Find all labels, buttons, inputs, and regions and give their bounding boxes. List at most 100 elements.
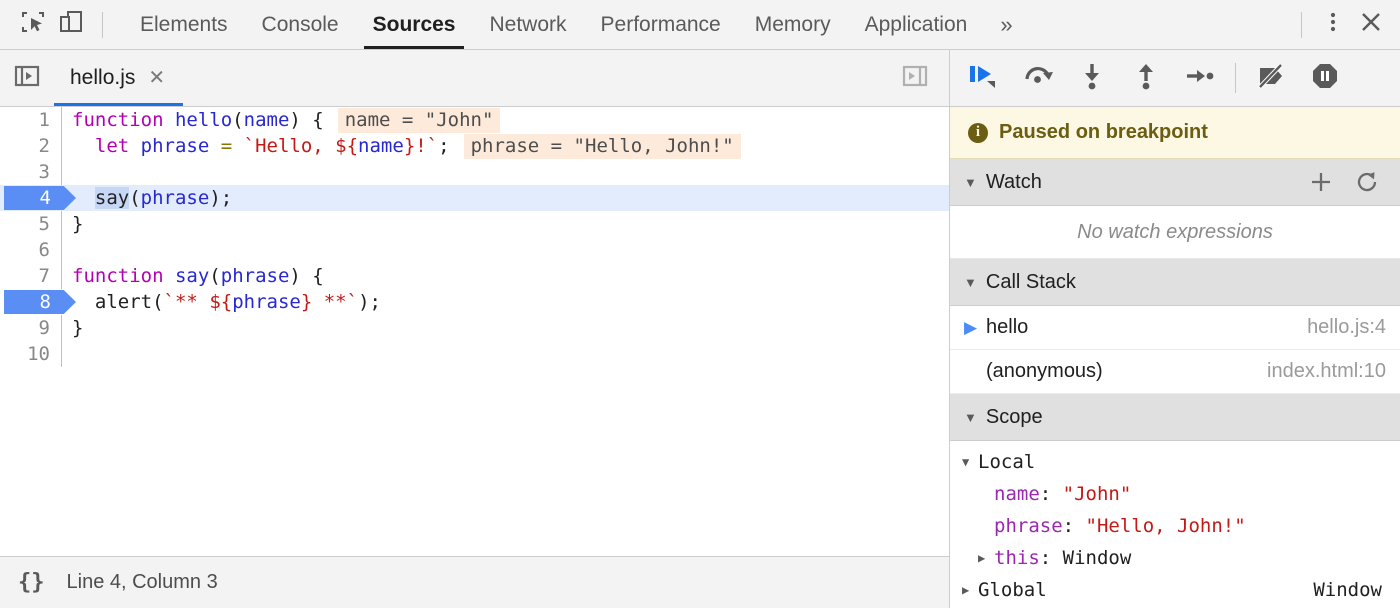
code-line[interactable]: 2 let phrase = `Hello, ${name}!`;phrase … [0, 133, 949, 159]
token-space [164, 265, 175, 287]
code-line-content: let phrase = `Hello, ${name}!`;phrase = … [62, 133, 741, 159]
token-paren-semi: ); [209, 187, 232, 209]
watch-section-header[interactable]: ▼ Watch [950, 159, 1400, 206]
token-indent [72, 135, 95, 157]
line-number[interactable]: 7 [0, 263, 62, 289]
paused-status-label: Paused on breakpoint [999, 121, 1208, 144]
customize-devtools-button[interactable] [1314, 6, 1352, 44]
code-line-executing[interactable]: 4 say(phrase); [0, 185, 949, 211]
add-watch-expression-button[interactable] [1308, 169, 1334, 195]
scope-section-header[interactable]: ▼ Scope [950, 394, 1400, 441]
step-out-of-current-function-button[interactable] [1120, 56, 1172, 100]
editor-tab-label: hello.js [70, 66, 135, 90]
token-function-call: alert [95, 291, 152, 313]
show-navigator-button[interactable] [0, 50, 54, 106]
scope-property-separator: : [1040, 483, 1063, 505]
step-out-icon [1131, 61, 1161, 96]
line-number[interactable]: 4 [0, 185, 62, 211]
code-line[interactable]: 3 [0, 159, 949, 185]
scope-global-group[interactable]: ▶GlobalWindow [950, 574, 1400, 606]
code-line[interactable]: 6 [0, 237, 949, 263]
scope-property-separator: : [1040, 547, 1063, 569]
token-keyword: function [72, 109, 164, 131]
line-number[interactable]: 1 [0, 107, 62, 133]
chevron-right-icon[interactable]: ▶ [962, 583, 978, 597]
code-line[interactable]: 10 [0, 341, 949, 367]
show-navigator-icon [13, 62, 41, 95]
token-template-string: `** [164, 291, 210, 313]
scope-property-row[interactable]: name: "John" [950, 478, 1400, 510]
code-editor[interactable]: 1 function hello(name) {name = "John" 2 … [0, 107, 949, 556]
code-line[interactable]: 5 } [0, 211, 949, 237]
tab-network[interactable]: Network [472, 0, 583, 49]
line-number[interactable]: 5 [0, 211, 62, 237]
resume-script-execution-button[interactable] [958, 56, 1010, 100]
kebab-menu-icon [1321, 10, 1345, 39]
show-debugger-sidebar-button[interactable] [881, 50, 949, 106]
step-into-next-function-call-button[interactable] [1066, 56, 1118, 100]
inspect-element-button[interactable] [14, 6, 52, 44]
tab-console[interactable]: Console [245, 0, 356, 49]
more-panels-button[interactable]: » [984, 12, 1028, 38]
scope-property-name: name [994, 483, 1040, 505]
pretty-print-button[interactable]: {} [18, 570, 45, 595]
step-button[interactable] [1174, 56, 1226, 100]
code-line[interactable]: 1 function hello(name) {name = "John" [0, 107, 949, 133]
line-number[interactable]: 9 [0, 315, 62, 341]
tab-memory[interactable]: Memory [738, 0, 848, 49]
line-number[interactable]: 8 [0, 289, 62, 315]
call-stack-frame[interactable]: (anonymous) index.html:10 [950, 350, 1400, 394]
scope-local-group[interactable]: ▼Local [950, 446, 1400, 478]
call-stack-frame-name: (anonymous) [986, 360, 1103, 383]
scope-property-row-this[interactable]: ▶this: Window [950, 542, 1400, 574]
call-stack-section-title: Call Stack [986, 271, 1076, 294]
scope-property-value: "Hello, John!" [1086, 515, 1246, 537]
deactivate-breakpoints-button[interactable] [1245, 56, 1297, 100]
line-number[interactable]: 6 [0, 237, 62, 263]
chevron-right-icon[interactable]: ▶ [978, 551, 994, 565]
debugger-toolbar-divider [1235, 63, 1236, 93]
close-icon[interactable]: ✕ [148, 68, 165, 88]
code-line[interactable]: 8 alert(`** ${phrase} **`); [0, 289, 949, 315]
device-toolbar-icon [58, 9, 84, 40]
code-line-content [62, 159, 72, 185]
token-template-close: } [301, 291, 312, 313]
line-number[interactable]: 3 [0, 159, 62, 185]
code-line[interactable]: 7 function say(phrase) { [0, 263, 949, 289]
code-line-content [62, 237, 72, 263]
token-template-string: `Hello, [244, 135, 336, 157]
token-template-close: } [404, 135, 415, 157]
inspect-cursor-icon [20, 9, 46, 40]
toggle-device-toolbar-button[interactable] [52, 6, 90, 44]
tab-elements[interactable]: Elements [123, 0, 245, 49]
scope-property-row[interactable]: phrase: "Hello, John!" [950, 510, 1400, 542]
toolbar-divider-right [1301, 12, 1302, 38]
refresh-watch-button[interactable] [1354, 169, 1380, 195]
devtools-window: Elements Console Sources Network Perform… [0, 0, 1400, 608]
call-stack-section-header[interactable]: ▼ Call Stack [950, 259, 1400, 306]
tab-sources[interactable]: Sources [356, 0, 473, 49]
scope-global-label: Global [978, 579, 1047, 601]
tab-performance[interactable]: Performance [584, 0, 738, 49]
watch-section-actions [1308, 169, 1386, 195]
code-line-content [62, 341, 72, 367]
scope-local-label: Local [978, 451, 1035, 473]
token-brace: } [72, 317, 83, 339]
call-stack-frame-selected[interactable]: ▶ hello hello.js:4 [950, 306, 1400, 350]
step-over-next-function-call-button[interactable] [1012, 56, 1064, 100]
line-number[interactable]: 10 [0, 341, 62, 367]
debugger-sidebar: i Paused on breakpoint ▼ Watch [950, 50, 1400, 608]
close-devtools-button[interactable] [1352, 6, 1390, 44]
toolbar-right-group [1289, 6, 1390, 44]
step-over-icon [1022, 61, 1054, 96]
line-number[interactable]: 2 [0, 133, 62, 159]
token-paren: ( [129, 187, 140, 209]
pause-on-exceptions-button[interactable] [1299, 56, 1351, 100]
toolbar-divider [102, 12, 103, 38]
tab-application[interactable]: Application [848, 0, 985, 49]
code-line[interactable]: 9 } [0, 315, 949, 341]
editor-tab-hello-js[interactable]: hello.js ✕ [54, 50, 183, 106]
code-line-content: say(phrase); [62, 185, 232, 211]
show-debugger-sidebar-icon [901, 62, 929, 95]
token-semicolon: ; [438, 135, 449, 157]
